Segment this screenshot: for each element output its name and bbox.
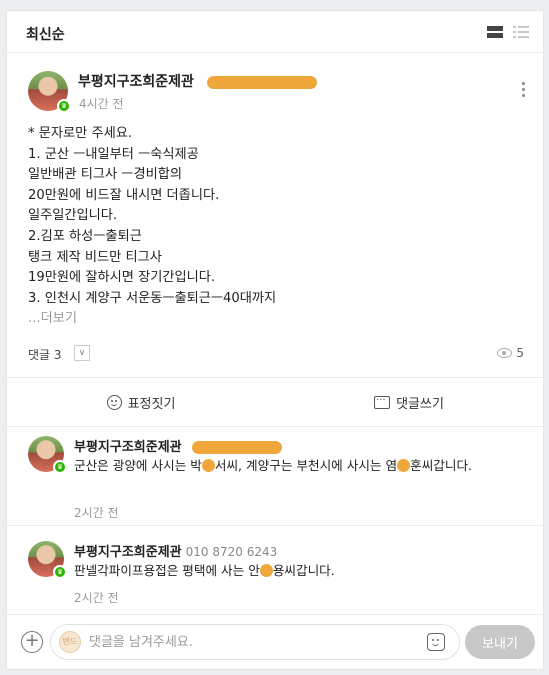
post-card: 최신순 ♛ 부평지구조희준제관 4시간 전 * 문자로만 주세요. 1. 군산 … [6,10,544,670]
comment-text: 군산은 광양에 사시는 박 서씨, 계양구는 부천시에 사시는 염 훈씨갑니다. [74,456,514,476]
redaction-mark [192,441,283,454]
post-line: 19만원에 잘하시면 장기간입니다. [28,270,216,286]
read-more-link[interactable]: ...더보기 [28,309,508,330]
post-line: 3. 인천시 계양구 서운동ㅡ출퇴근ㅡ40대까지 [28,290,277,306]
eye-icon [497,348,513,358]
avatar[interactable]: ♛ [28,71,71,113]
sort-label[interactable]: 최신순 [26,24,65,44]
post-line: 일주일간입니다. [28,208,118,224]
write-comment-label: 댓글쓰기 [396,396,444,412]
chevron-down-icon[interactable]: ∨ [74,345,90,361]
post-line: * 문자로만 주세요. [28,126,133,141]
view-count: 5 [497,346,524,360]
redaction-mark [259,564,273,577]
crown-badge-icon: ♛ [57,99,71,113]
view-toggle [487,25,529,39]
emoji-icon[interactable] [427,633,445,651]
post-stats: 댓글 3 ∨ 5 [28,345,524,363]
comment-item: ♛ 부평지구조희준제관 군산은 광양에 사시는 박 서씨, 계양구는 부천시에 사… [7,436,543,526]
redaction-mark [206,75,317,89]
post-body: * 문자로만 주세요. 1. 군산 ㅡ내일부터 ㅡ숙식제공 일반배관 티그사 ㅡ… [28,124,508,330]
comment-text-part: 훈씨갑니다. [410,458,473,473]
avatar[interactable]: ♛ [28,436,67,474]
comment-text-part: 판넬각파이프용접은 평택에 사는 안 [74,563,260,578]
more-options-icon[interactable] [522,82,526,98]
react-button[interactable]: 표정짓기 [7,378,275,426]
comment-text-part: 서씨, 계양구는 부천시에 사시는 염 [214,458,398,473]
comment-time: 2시간 전 [74,506,119,520]
comment-author-name[interactable]: 부평지구조희준제관 [74,440,182,455]
comment-composer: + 밴드 보내기 [7,614,543,669]
comment-text: 판넬각파이프용접은 평택에 사는 안 용씨갑니다. [74,561,514,581]
comment-text-part: 용씨갑니다. [272,563,335,578]
comment-item: ♛ 부평지구조희준제관 010 8720 6243 판넬각파이프용접은 평택에 사… [7,541,543,611]
write-comment-button[interactable]: 댓글쓰기 [275,378,543,426]
comment-bubble-icon [374,392,391,409]
post-time: 4시간 전 [79,97,124,111]
comment-phone: 010 8720 6243 [185,545,278,559]
crown-badge-icon: ♛ [53,460,67,474]
comment-author[interactable]: 부평지구조희준제관 [74,436,283,455]
comment-text-part: 군산은 광양에 사시는 박 [74,458,202,473]
smile-icon [106,394,122,410]
divider [7,525,543,526]
comment-author[interactable]: 부평지구조희준제관 010 8720 6243 [74,541,277,560]
view-count-value: 5 [516,346,524,360]
comment-input-box: 밴드 [50,624,460,660]
comment-time: 2시간 전 [74,591,119,605]
send-button[interactable]: 보내기 [465,625,535,659]
comment-count[interactable]: 댓글 3 [28,346,62,363]
crown-badge-icon: ♛ [53,565,67,579]
post-header: ♛ 부평지구조희준제관 4시간 전 [28,71,529,113]
compact-view-icon[interactable] [513,25,529,39]
post-line: 탱크 제작 비드만 티그사 [28,249,162,265]
list-view-icon[interactable] [487,25,503,39]
post-line: 일반배관 티그사 ㅡ경비합의 [28,167,182,183]
post-line: 2.김포 하성ㅡ출퇴근 [28,228,142,244]
post-line: 20만원에 비드잘 내시면 더좁니다. [28,187,220,203]
post-actions: 표정짓기 댓글쓰기 [7,377,543,427]
list-header: 최신순 [7,11,543,53]
react-label: 표정짓기 [127,396,176,412]
my-avatar: 밴드 [59,631,81,653]
post-line: 1. 군산 ㅡ내일부터 ㅡ숙식제공 [28,146,199,162]
avatar[interactable]: ♛ [28,541,67,579]
redaction-mark [397,459,411,472]
post-author-name[interactable]: 부평지구조희준제관 [78,74,194,90]
comment-input[interactable] [89,631,409,653]
redaction-mark [201,459,215,472]
comment-author-name[interactable]: 부평지구조희준제관 [74,545,182,560]
plus-icon[interactable]: + [21,631,43,653]
post-author[interactable]: 부평지구조희준제관 [78,71,317,91]
